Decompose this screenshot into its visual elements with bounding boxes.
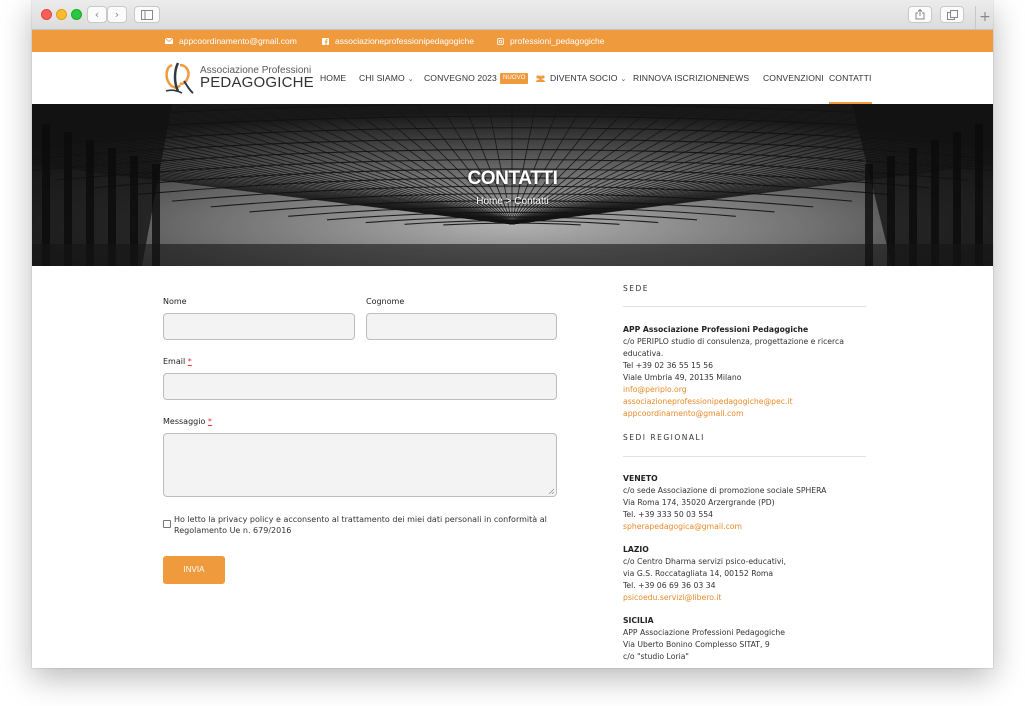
site-header: Associazione Professioni PEDAGOGICHE HOM… (32, 52, 993, 104)
lazio-info: LAZIO c/o Centro Dharma servizi psico-ed… (623, 544, 873, 604)
sicilia-info: SICILIA APP Associazione Professioni Ped… (623, 615, 873, 663)
regionali-divider (623, 456, 866, 457)
sede-line2: educativa. (623, 349, 664, 358)
email-field[interactable] (163, 373, 557, 400)
nav-diventa-socio-label: DIVENTA SOCIO (550, 73, 618, 83)
nav-item-convenzioni[interactable]: CONVENZIONI (763, 52, 824, 104)
minimize-window-button[interactable] (56, 9, 67, 20)
page-title: CONTATTI (467, 168, 558, 189)
back-button[interactable]: ‹ (87, 6, 107, 23)
cognome-label: Cognome (366, 297, 405, 306)
nav-chi-siamo-label: CHI SIAMO (359, 73, 405, 83)
sicilia-line2: Via Uberto Bonino Complesso SITAT, 9 (623, 640, 770, 649)
users-icon (536, 75, 545, 82)
nav-item-news[interactable]: NEWS (723, 52, 749, 104)
sede-address: Viale Umbria 49, 20135 Milano (623, 373, 742, 382)
browser-window: ‹ › + appcoordinamento@gmail.com associa… (32, 0, 993, 668)
sede-email-link-1[interactable]: info@periplo.org (623, 384, 873, 396)
envelope-icon (165, 38, 173, 44)
new-tab-button[interactable]: + (975, 6, 993, 29)
messaggio-label-text: Messaggio (163, 417, 206, 426)
lazio-name: LAZIO (623, 545, 649, 554)
nav-convenzioni-label: CONVENZIONI (763, 73, 824, 83)
sidebar-toggle-button[interactable] (134, 6, 160, 23)
lazio-line2: via G.S. Roccatagliata 14, 00152 Roma (623, 569, 774, 578)
nav-home-label: HOME (320, 73, 347, 83)
nav-item-chi-siamo[interactable]: CHI SIAMO ⌄ (359, 52, 414, 104)
lazio-tel: Tel. +39 06 69 36 03 34 (623, 581, 716, 590)
chevron-down-icon: ⌄ (620, 76, 627, 83)
breadcrumb: Home > Contatti (476, 196, 549, 207)
sede-line1: c/o PERIPLO studio di consulenza, proget… (623, 337, 844, 346)
sicilia-line1: APP Associazione Professioni Pedagogiche (623, 628, 785, 637)
nav-contatti-label: CONTATTI (829, 73, 872, 83)
lazio-email-link[interactable]: psicoedu.servizi@libero.it (623, 592, 873, 604)
nav-item-home[interactable]: HOME (320, 52, 346, 104)
sede-divider (623, 306, 866, 307)
nav-convegno-label: CONVEGNO 2023 (424, 73, 497, 83)
veneto-info: VENETO c/o sede Associazione di promozio… (623, 473, 873, 533)
topbar-facebook-text: associazioneprofessionipedagogiche (335, 36, 474, 46)
sede-info: APP Associazione Professioni Pedagogiche… (623, 324, 873, 420)
sede-heading: SEDE (623, 284, 650, 293)
page-hero: CONTATTI Home > Contatti (32, 104, 993, 266)
sicilia-name: SICILIA (623, 616, 654, 625)
lazio-line1: c/o Centro Dharma servizi psico-educativ… (623, 557, 787, 566)
new-badge: NUOVO (499, 73, 529, 85)
submit-button[interactable]: INVIA (163, 556, 225, 584)
nav-news-label: NEWS (723, 73, 750, 83)
chevron-down-icon: ⌄ (407, 76, 414, 83)
tabs-icon (946, 10, 958, 20)
site-logo[interactable]: Associazione Professioni PEDAGOGICHE (164, 61, 314, 95)
browser-toolbar: ‹ › + (32, 0, 993, 30)
topbar-email-link[interactable]: appcoordinamento@gmail.com (165, 30, 297, 52)
required-mark: * (187, 357, 192, 366)
required-mark: * (207, 417, 212, 426)
nav-rinnova-label: RINNOVA ISCRIZIONE (633, 73, 725, 83)
veneto-tel: Tel. +39 333 50 03 554 (623, 510, 714, 519)
privacy-checkbox[interactable] (163, 520, 171, 528)
veneto-line2: Via Roma 174, 35020 Arzergrande (PD) (623, 498, 775, 507)
email-label: Email * (163, 357, 192, 366)
tabs-overview-button[interactable] (940, 6, 964, 23)
privacy-consent-text: Ho letto la privacy policy e acconsento … (174, 515, 547, 535)
topbar-facebook-link[interactable]: associazioneprofessionipedagogiche (322, 30, 474, 52)
regionali-heading: SEDI REGIONALI (623, 433, 705, 442)
facebook-icon (322, 37, 329, 45)
sede-email-link-3[interactable]: appcoordinamento@gmail.com (623, 408, 873, 420)
topbar-instagram-text: professioni_pedagogiche (510, 36, 605, 46)
forward-button[interactable]: › (107, 6, 127, 23)
nav-item-contatti[interactable]: CONTATTI (829, 52, 872, 104)
contact-topbar: appcoordinamento@gmail.com associazionep… (32, 30, 993, 52)
sicilia-line3: c/o "studio Loria" (623, 652, 689, 661)
topbar-email-text: appcoordinamento@gmail.com (179, 36, 297, 46)
topbar-instagram-link[interactable]: professioni_pedagogiche (497, 30, 605, 52)
nome-field[interactable] (163, 313, 355, 340)
zoom-window-button[interactable] (71, 9, 82, 20)
logo-mark-icon (165, 62, 194, 94)
veneto-line1: c/o sede Associazione di promozione soci… (623, 486, 827, 495)
close-window-button[interactable] (41, 9, 52, 20)
sede-name: APP Associazione Professioni Pedagogiche (623, 325, 809, 334)
nav-item-convegno[interactable]: CONVEGNO 2023 NUOVO (424, 52, 529, 104)
veneto-email-link[interactable]: spherapedagogica@gmail.com (623, 521, 873, 533)
share-icon (915, 8, 925, 20)
messaggio-textarea[interactable] (163, 433, 557, 497)
cognome-field[interactable] (366, 313, 557, 340)
nav-item-diventa-socio[interactable]: DIVENTA SOCIO ⌄ (535, 52, 626, 104)
sede-tel: Tel +39 02 36 55 15 56 (623, 361, 714, 370)
sede-email-link-2[interactable]: associazioneprofessionipedagogiche@pec.i… (623, 396, 873, 408)
sidebar-icon (141, 10, 153, 20)
nome-label: Nome (163, 297, 187, 306)
email-label-text: Email (163, 357, 186, 366)
share-button[interactable] (908, 6, 932, 23)
logo-text-line2: PEDAGOGICHE (200, 74, 314, 91)
veneto-name: VENETO (623, 474, 658, 483)
instagram-icon (497, 37, 504, 45)
messaggio-label: Messaggio * (163, 417, 212, 426)
resize-handle-icon (548, 488, 554, 494)
nav-item-rinnova[interactable]: RINNOVA ISCRIZIONE (633, 52, 724, 104)
